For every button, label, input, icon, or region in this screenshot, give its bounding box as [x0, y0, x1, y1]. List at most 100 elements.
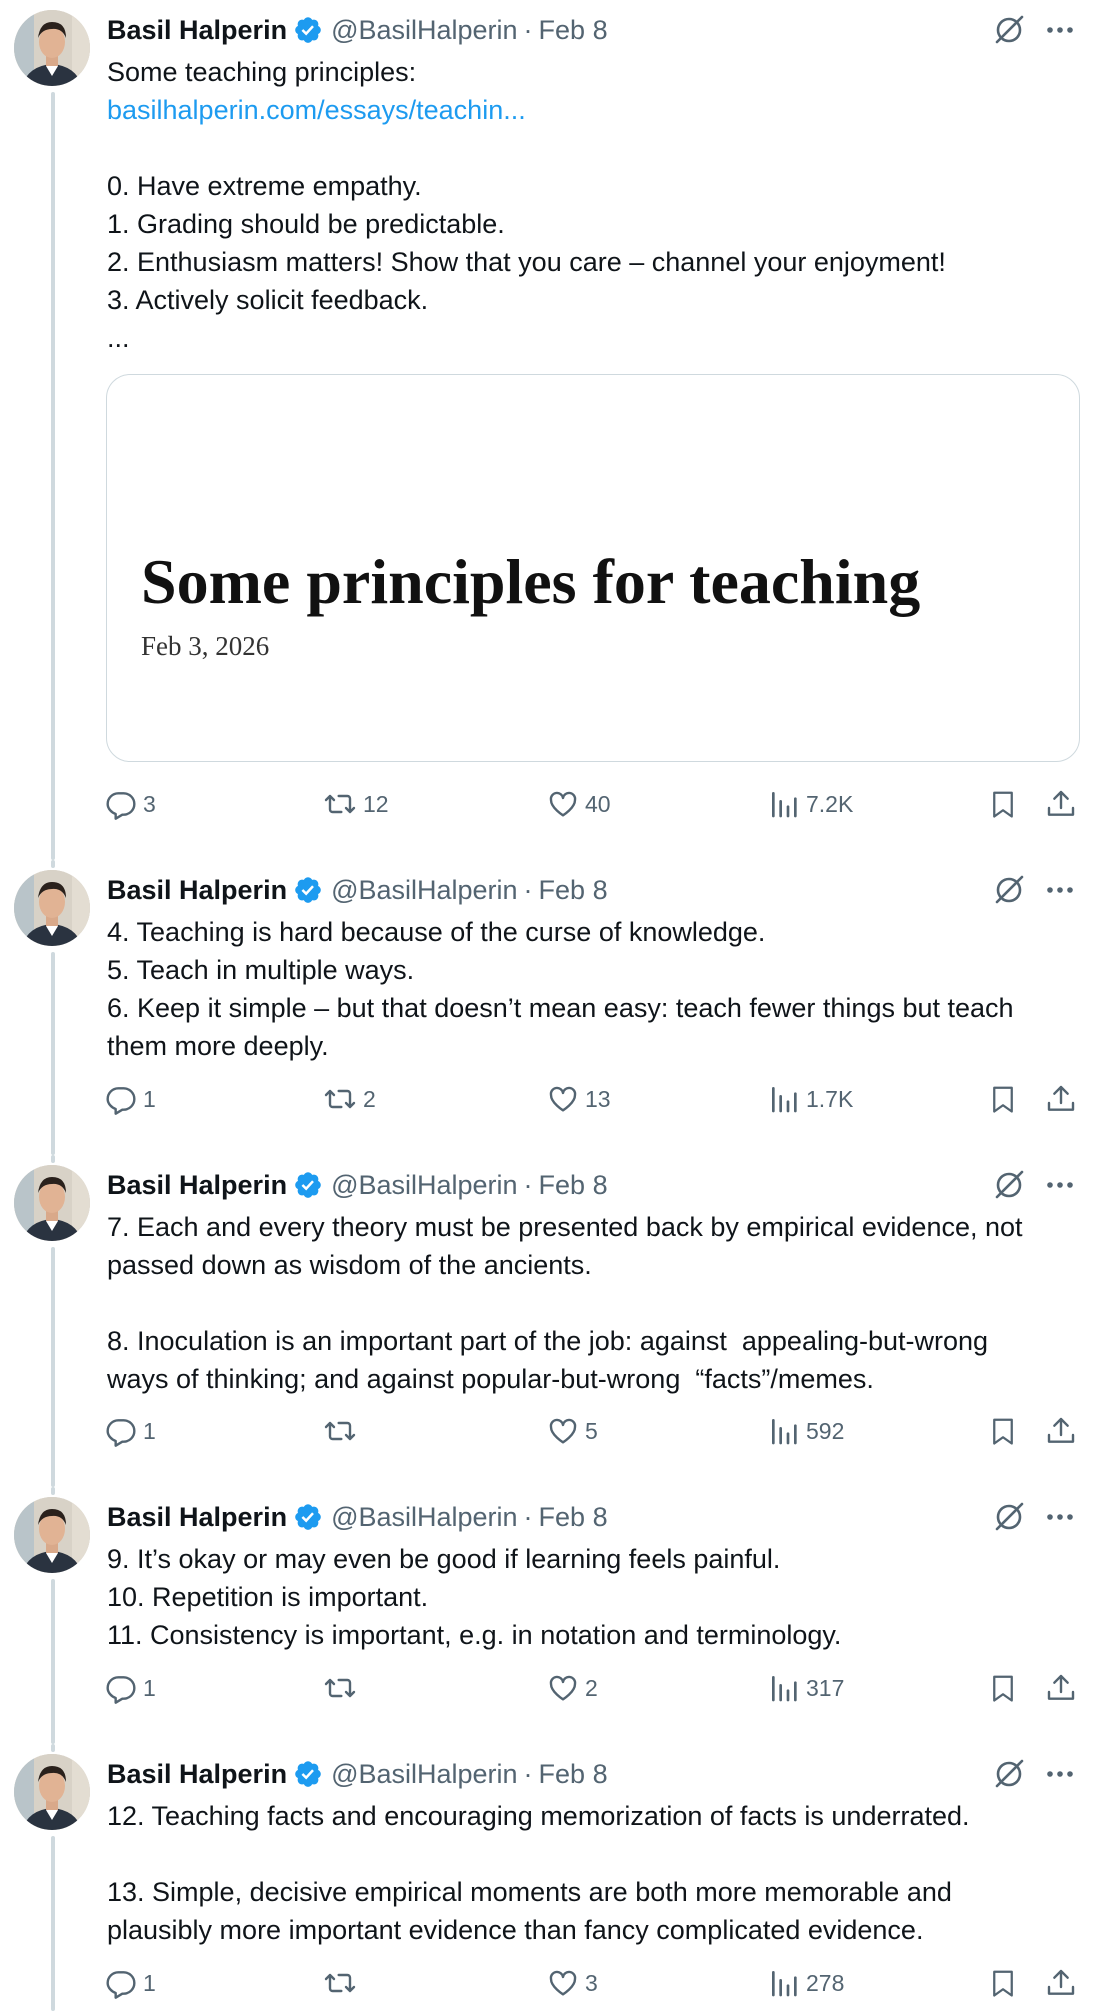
share-icon	[1045, 1967, 1077, 1999]
author-name[interactable]: Basil Halperin	[107, 1170, 287, 1201]
separator-dot: ·	[523, 1758, 533, 1789]
thread-connector-line	[51, 1155, 55, 1163]
author-name[interactable]: Basil Halperin	[107, 1502, 287, 1533]
like-button[interactable]: 3	[547, 1963, 598, 2003]
tweet-top-actions	[993, 1167, 1075, 1203]
views-button[interactable]: 1.7K	[768, 1079, 853, 1119]
tweet-date[interactable]: Feb 8	[539, 1502, 608, 1533]
tweet-date[interactable]: Feb 8	[539, 875, 608, 906]
retweet-icon	[323, 1415, 357, 1447]
reply-button[interactable]: 1	[105, 1668, 156, 1708]
more-icon[interactable]	[1045, 1170, 1075, 1200]
more-icon[interactable]	[1045, 1502, 1075, 1532]
like-button[interactable]: 13	[547, 1079, 611, 1119]
tweet-date[interactable]: Feb 8	[539, 1759, 608, 1790]
verified-badge-icon[interactable]	[293, 1170, 323, 1200]
views-chart-icon	[768, 1672, 800, 1704]
grok-icon[interactable]	[993, 1501, 1025, 1533]
tweet-text-line: 2. Enthusiasm matters! Show that you car…	[107, 247, 946, 277]
views-count: 317	[806, 1674, 845, 1701]
tweet-3[interactable]: Basil Halperin @BasilHalperin · Feb 8 7.…	[0, 1155, 1101, 1487]
tweet-text-line: ways of thinking; and against popular-bu…	[107, 1364, 874, 1394]
avatar[interactable]	[14, 870, 90, 946]
reply-button[interactable]: 3	[105, 784, 156, 824]
verified-badge-icon[interactable]	[293, 875, 323, 905]
reply-button[interactable]: 1	[105, 1411, 156, 1451]
bookmark-button[interactable]	[988, 1668, 1018, 1708]
views-button[interactable]: 7.2K	[768, 784, 853, 824]
tweet-date[interactable]: Feb 8	[539, 15, 608, 46]
like-count: 40	[585, 790, 611, 817]
reply-button[interactable]: 1	[105, 1079, 156, 1119]
tweet-text-line: passed down as wisdom of the ancients.	[107, 1250, 592, 1280]
author-handle[interactable]: @BasilHalperin	[331, 1759, 517, 1790]
card-date: Feb 3, 2026	[141, 631, 270, 661]
reply-button[interactable]: 1	[105, 1963, 156, 2003]
views-count: 278	[806, 1969, 845, 1996]
bookmark-button[interactable]	[988, 1963, 1018, 2003]
retweet-count: 12	[363, 790, 389, 817]
tweet-4[interactable]: Basil Halperin @BasilHalperin · Feb 8 9.…	[0, 1487, 1101, 1744]
bookmark-button[interactable]	[988, 784, 1018, 824]
like-button[interactable]: 5	[547, 1411, 598, 1451]
tweet-date[interactable]: Feb 8	[539, 1170, 608, 1201]
more-icon[interactable]	[1045, 1759, 1075, 1789]
tweet-text-line: 12. Teaching facts and encouraging memor…	[107, 1801, 970, 1831]
verified-badge-icon[interactable]	[293, 15, 323, 45]
share-icon	[1045, 1083, 1077, 1115]
retweet-button[interactable]: 12	[323, 784, 389, 824]
views-button[interactable]: 317	[768, 1668, 844, 1708]
tweet-5[interactable]: Basil Halperin @BasilHalperin · Feb 8 12…	[0, 1744, 1101, 2011]
tweet-1[interactable]: Basil Halperin @BasilHalperin · Feb 8 So…	[0, 0, 1101, 860]
share-button[interactable]	[1045, 784, 1077, 824]
verified-badge-icon[interactable]	[293, 1502, 323, 1532]
grok-icon[interactable]	[993, 1758, 1025, 1790]
views-count: 592	[806, 1417, 845, 1444]
author-handle[interactable]: @BasilHalperin	[331, 1502, 517, 1533]
separator-dot: ·	[523, 874, 533, 905]
reply-count: 1	[143, 1969, 156, 1996]
tweet-text-line	[107, 1835, 1082, 1873]
share-button[interactable]	[1045, 1411, 1077, 1451]
like-button[interactable]: 40	[547, 784, 611, 824]
author-handle[interactable]: @BasilHalperin	[331, 1170, 517, 1201]
avatar[interactable]	[14, 10, 90, 86]
tweet-action-bar: 1 2 317	[105, 1668, 1085, 1708]
author-handle[interactable]: @BasilHalperin	[331, 875, 517, 906]
tweet-text: Some teaching principles: basilhalperin.…	[107, 53, 1082, 357]
heart-icon	[547, 1083, 579, 1115]
essay-link[interactable]: basilhalperin.com/essays/teachin...	[107, 91, 1082, 129]
link-preview-card[interactable]: Some principles for teaching Feb 3, 2026	[106, 374, 1080, 762]
share-button[interactable]	[1045, 1668, 1077, 1708]
author-handle[interactable]: @BasilHalperin	[331, 15, 517, 46]
share-button[interactable]	[1045, 1079, 1077, 1119]
bookmark-button[interactable]	[988, 1411, 1018, 1451]
avatar-image	[14, 1754, 90, 1830]
verified-badge-icon[interactable]	[293, 1759, 323, 1789]
avatar[interactable]	[14, 1754, 90, 1830]
grok-icon[interactable]	[993, 14, 1025, 46]
thread-connector-line	[51, 1836, 55, 2011]
retweet-button[interactable]	[323, 1411, 363, 1451]
avatar[interactable]	[14, 1497, 90, 1573]
more-icon[interactable]	[1045, 875, 1075, 905]
more-icon[interactable]	[1045, 15, 1075, 45]
share-button[interactable]	[1045, 1963, 1077, 2003]
retweet-button[interactable]	[323, 1963, 363, 2003]
views-button[interactable]: 592	[768, 1411, 844, 1451]
views-button[interactable]: 278	[768, 1963, 844, 2003]
tweet-text: 12. Teaching facts and encouraging memor…	[107, 1797, 1082, 1949]
tweet-text: 9. It’s okay or may even be good if lear…	[107, 1540, 1082, 1654]
grok-icon[interactable]	[993, 874, 1025, 906]
retweet-button[interactable]	[323, 1668, 363, 1708]
bookmark-button[interactable]	[988, 1079, 1018, 1119]
author-name[interactable]: Basil Halperin	[107, 875, 287, 906]
thread-connector-line	[51, 952, 55, 1155]
author-name[interactable]: Basil Halperin	[107, 15, 287, 46]
tweet-2[interactable]: Basil Halperin @BasilHalperin · Feb 8 4.…	[0, 860, 1101, 1155]
retweet-button[interactable]: 2	[323, 1079, 376, 1119]
like-button[interactable]: 2	[547, 1668, 598, 1708]
grok-icon[interactable]	[993, 1169, 1025, 1201]
author-name[interactable]: Basil Halperin	[107, 1759, 287, 1790]
avatar[interactable]	[14, 1165, 90, 1241]
